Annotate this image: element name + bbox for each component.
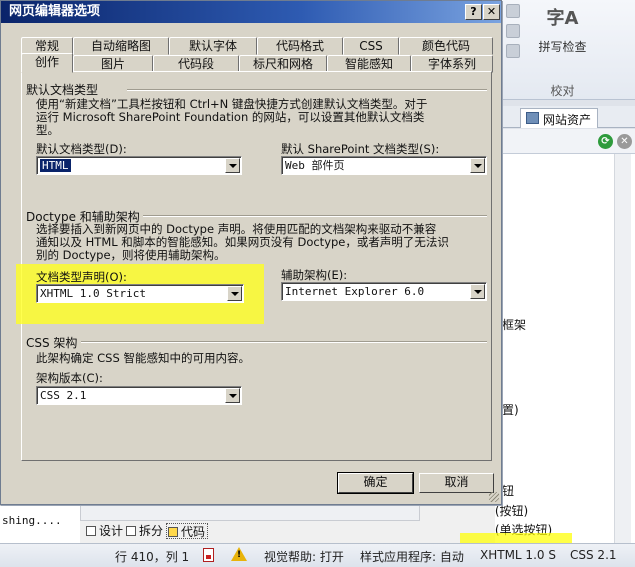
chevron-down-icon[interactable]	[470, 158, 485, 173]
view-design-label: 设计	[99, 524, 124, 538]
css-schema-version-value: CSS 2.1	[40, 389, 87, 402]
sharepoint-doc-type-select[interactable]: Web 部件页	[281, 156, 487, 175]
close-button[interactable]: ✕	[483, 4, 500, 20]
chevron-down-icon[interactable]	[227, 286, 242, 301]
view-design-button[interactable]: 设计	[85, 523, 123, 539]
spell-check-icon: 字A	[546, 8, 579, 29]
section-divider	[81, 341, 487, 343]
document-icon[interactable]	[203, 548, 214, 562]
toolbox-item-button[interactable]: 钮	[502, 482, 514, 499]
proofing-group-label: 校对	[550, 84, 575, 98]
ribbon-small-icons	[506, 4, 524, 64]
resize-grip[interactable]	[489, 492, 499, 502]
css-schema-version-select[interactable]: CSS 2.1	[36, 386, 242, 405]
status-style-application[interactable]: 样式应用程序: 自动	[360, 548, 464, 565]
edit-icon[interactable]	[506, 4, 520, 18]
secondary-schema-label: 辅助架构(E):	[281, 268, 348, 282]
spell-check-button[interactable]: 字A 拼写检查	[530, 2, 595, 64]
default-doc-type-select[interactable]: HTML	[36, 156, 242, 175]
default-doc-type-label: 默认文档类型(D):	[36, 142, 127, 156]
default-doc-section-title: 默认文档类型	[26, 83, 99, 97]
close-panel-icon[interactable]: ✕	[617, 134, 632, 149]
refresh-icon[interactable]: ⟳	[598, 134, 613, 149]
code-editor[interactable]: shing....	[0, 505, 80, 543]
secondary-schema-select[interactable]: Internet Explorer 6.0	[281, 282, 487, 301]
split-view-icon	[126, 526, 136, 536]
code-text: shing....	[2, 514, 62, 527]
help-button[interactable]: ?	[465, 4, 482, 20]
ok-button[interactable]: 确定	[337, 472, 414, 494]
toolbox-item-frame[interactable]: 框架	[502, 316, 526, 333]
status-visual-aids[interactable]: 视觉帮助: 打开	[264, 548, 344, 565]
toolbox-scrollbar[interactable]	[614, 154, 631, 544]
design-view-icon	[86, 526, 96, 536]
doctype-desc-line-3: 别的 Doctype，则将使用辅助架构。	[36, 248, 226, 262]
page-editor-options-dialog: 网页编辑器选项 ? ✕ 常规 自动缩略图 默认字体 代码格式 CSS 颜色代码 …	[0, 0, 502, 505]
chevron-down-icon[interactable]	[225, 388, 240, 403]
tab-authoring[interactable]: 创作	[21, 53, 73, 73]
css-schema-version-label: 架构版本(C):	[36, 371, 103, 385]
default-doc-description: 使用“新建文档”工具栏按钮和 Ctrl+N 键盘快捷方式创建默认文档类型。对于 …	[36, 98, 427, 137]
status-doctype[interactable]: XHTML 1.0 S	[480, 548, 556, 562]
default-doc-desc-line-2: 运行 Microsoft SharePoint Foundation 的网站，可…	[36, 110, 425, 124]
section-divider	[143, 215, 487, 217]
tab-default-fonts[interactable]: 默认字体	[169, 37, 257, 55]
default-doc-type-value: HTML	[40, 159, 71, 172]
view-split-label: 拆分	[139, 524, 164, 538]
view-code-button[interactable]: 代码	[166, 523, 209, 539]
doctype-declaration-select[interactable]: XHTML 1.0 Strict	[36, 284, 244, 303]
status-position: 行 410，列 1	[115, 550, 190, 564]
css-schema-section-title: CSS 架构	[26, 336, 78, 350]
section-divider	[127, 89, 487, 91]
view-split-button[interactable]: 拆分	[125, 523, 163, 539]
spell-check-label: 拼写检查	[538, 40, 587, 54]
tab-auto-thumbnail[interactable]: 自动缩略图	[73, 37, 169, 55]
status-css-version[interactable]: CSS 2.1	[570, 548, 617, 562]
css-schema-description: 此架构确定 CSS 智能感知中的可用内容。	[36, 351, 250, 365]
toolbox-item-position[interactable]: 置)	[502, 401, 519, 418]
horizontal-scrollbar[interactable]	[80, 505, 420, 521]
code-view-icon	[168, 527, 178, 537]
tab-site-assets-label: 网站资产	[543, 113, 592, 127]
tab-css[interactable]: CSS	[343, 37, 399, 55]
dialog-title: 网页编辑器选项	[9, 4, 101, 19]
tab-site-assets[interactable]: 网站资产	[520, 108, 599, 128]
cancel-button[interactable]: 取消	[419, 473, 494, 493]
default-doc-desc-line-3: 型。	[36, 123, 59, 137]
view-code-label: 代码	[181, 525, 206, 539]
secondary-schema-value: Internet Explorer 6.0	[285, 285, 425, 298]
tab-color-coding[interactable]: 颜色代码	[399, 37, 493, 55]
warning-icon[interactable]: !	[231, 547, 247, 561]
tag-icon[interactable]	[506, 44, 520, 58]
chevron-down-icon[interactable]	[470, 284, 485, 299]
panel-tabstrip: 网站资产	[495, 106, 635, 128]
status-bar: 行 410，列 1 ! 视觉帮助: 打开 样式应用程序: 自动 XHTML 1.…	[0, 543, 635, 567]
tab-code-formatting[interactable]: 代码格式	[257, 37, 343, 55]
clipboard-icon[interactable]	[506, 24, 520, 38]
sharepoint-doc-type-value: Web 部件页	[285, 159, 345, 172]
site-assets-icon	[526, 112, 539, 124]
doctype-declaration-label: 文档类型声明(O):	[36, 270, 127, 284]
dialog-title-bar[interactable]: 网页编辑器选项	[1, 1, 501, 23]
doctype-description: 选择要插入到新网页中的 Doctype 声明。将使用匹配的文档架构来驱动不兼容 …	[36, 223, 449, 262]
chevron-down-icon[interactable]	[225, 158, 240, 173]
panel-toolbar: ⟳ ✕	[495, 129, 635, 154]
doctype-declaration-value: XHTML 1.0 Strict	[40, 287, 146, 300]
sharepoint-doc-type-label: 默认 SharePoint 文档类型(S):	[281, 142, 440, 156]
